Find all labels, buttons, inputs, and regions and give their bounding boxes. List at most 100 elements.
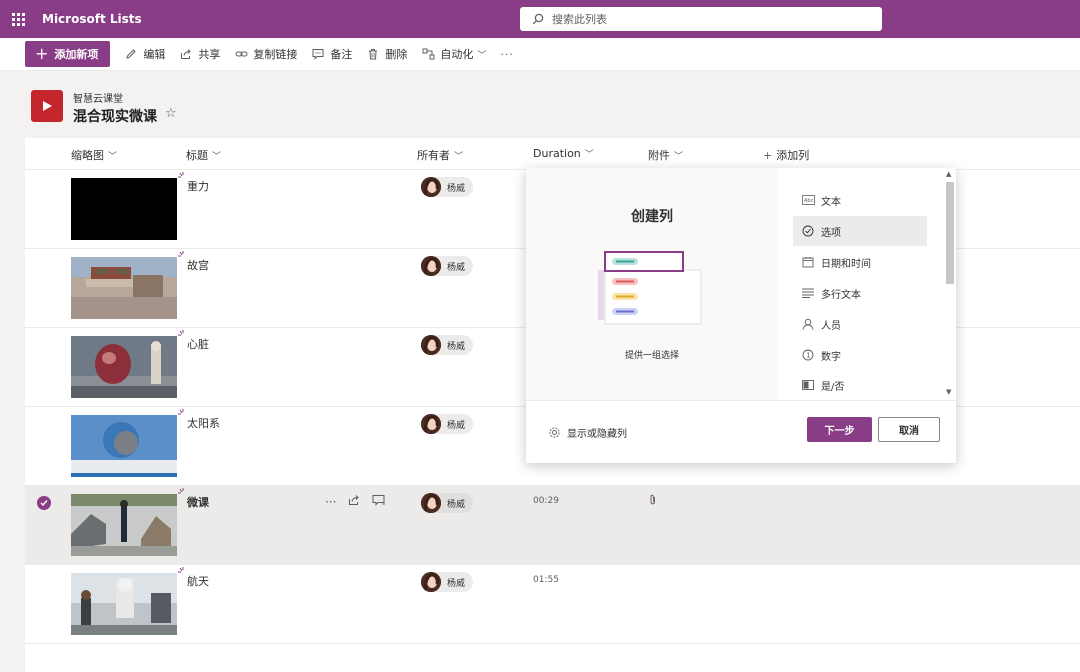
table-row-selected[interactable]: 微课 ··· 杨威 00:29 <box>25 486 1080 565</box>
type-yesno[interactable]: 是/否 <box>793 370 927 400</box>
row-title[interactable]: 故宫 <box>187 257 209 273</box>
edit-button[interactable]: 编辑 <box>124 46 165 62</box>
type-choice[interactable]: 选项 <box>793 216 927 246</box>
comment-button[interactable]: 备注 <box>311 46 352 62</box>
chevron-down-icon: ﹀ <box>454 152 464 162</box>
edit-label: 编辑 <box>143 48 166 61</box>
thumbnail-image <box>71 257 177 319</box>
person-icon <box>801 318 815 330</box>
scroll-up-arrow-icon[interactable]: ▲ <box>946 170 951 178</box>
add-column-button[interactable]: + 添加列 <box>763 147 809 163</box>
column-owner[interactable]: 所有者 ﹀ <box>417 147 463 163</box>
row-actions: ··· <box>325 494 386 509</box>
create-column-panel: 创建列 提供一组选择 Abc 文本 选项 日期和时间 多行文本 人员 1 数字 … <box>526 168 956 463</box>
share-icon <box>179 47 193 61</box>
row-title[interactable]: 心脏 <box>187 336 209 352</box>
delete-button[interactable]: 删除 <box>366 46 407 62</box>
command-bar: + 添加新项 编辑 共享 复制链接 备注 删除 自动化 ﹀ ··· <box>0 38 1080 71</box>
search-input[interactable]: 搜索此列表 <box>552 11 607 27</box>
thumbnail-image <box>71 415 177 477</box>
copy-link-button[interactable]: 复制链接 <box>234 46 297 62</box>
scrollbar[interactable]: ▲ ▼ <box>944 170 956 398</box>
next-button[interactable]: 下一步 <box>807 417 872 442</box>
owner-persona[interactable]: 杨威 <box>421 256 474 276</box>
type-yesno-label: 是/否 <box>821 381 845 393</box>
column-attachments-label: 附件 <box>648 149 670 162</box>
pencil-icon <box>124 47 138 61</box>
more-label: ··· <box>500 47 514 61</box>
owner-persona[interactable]: 杨威 <box>421 177 474 197</box>
thumbnail-image <box>71 178 177 240</box>
column-title-label: 标题 <box>186 149 208 162</box>
row-title[interactable]: 重力 <box>187 178 209 194</box>
type-person[interactable]: 人员 <box>793 309 927 339</box>
new-item-label: 添加新项 <box>54 48 99 61</box>
type-datetime-label: 日期和时间 <box>821 258 871 270</box>
row-title[interactable]: 微课 <box>187 494 209 510</box>
duration-value: 00:29 <box>533 496 559 506</box>
column-thumbnail[interactable]: 缩略图 ﹀ <box>71 147 117 163</box>
flow-icon <box>421 47 435 61</box>
cancel-button[interactable]: 取消 <box>878 417 940 442</box>
scroll-down-arrow-icon[interactable]: ▼ <box>946 388 951 396</box>
owner-persona[interactable]: 杨威 <box>421 335 474 355</box>
column-duration[interactable]: Duration ﹀ <box>533 147 594 160</box>
row-title[interactable]: 太阳系 <box>187 415 220 431</box>
type-text[interactable]: Abc 文本 <box>793 185 927 215</box>
column-header-row: 缩略图 ﹀ 标题 ﹀ 所有者 ﹀ Duration ﹀ 附件 ﹀ + 添加列 <box>25 138 1080 170</box>
share-button[interactable]: 共享 <box>179 46 220 62</box>
column-attachments[interactable]: 附件 ﹀ <box>648 147 683 163</box>
app-launcher[interactable] <box>0 0 36 38</box>
multiline-text-icon <box>801 288 815 298</box>
scroll-thumb[interactable] <box>946 182 954 284</box>
app-title[interactable]: Microsoft Lists <box>42 12 142 26</box>
automate-button[interactable]: 自动化 ﹀ <box>421 46 486 62</box>
row-checkbox[interactable] <box>37 496 51 510</box>
show-hide-columns-button[interactable]: 显示或隐藏列 <box>548 425 627 440</box>
preview-pane: 创建列 提供一组选择 <box>526 168 778 400</box>
owner-name: 杨威 <box>447 341 466 352</box>
more-options-button[interactable]: ··· <box>325 495 336 509</box>
type-number[interactable]: 1 数字 <box>793 340 927 370</box>
share-icon[interactable] <box>348 494 360 509</box>
page-title: 混合现实微课 <box>73 109 157 125</box>
avatar <box>421 177 441 197</box>
comment-icon <box>311 47 325 61</box>
add-column-label: 添加列 <box>776 149 810 162</box>
plus-icon: + <box>35 44 49 63</box>
text-icon: Abc <box>801 195 815 205</box>
search-box[interactable]: 搜索此列表 <box>520 7 882 31</box>
plus-icon: + <box>763 149 773 162</box>
chevron-down-icon: ﹀ <box>674 152 684 162</box>
owner-name: 杨威 <box>447 578 466 589</box>
column-title[interactable]: 标题 ﹀ <box>186 147 221 163</box>
suite-bar: Microsoft Lists 搜索此列表 <box>0 0 1080 38</box>
link-icon <box>234 47 248 61</box>
chevron-down-icon: ﹀ <box>212 152 222 162</box>
comment-icon[interactable] <box>372 494 386 509</box>
thumbnail-image <box>71 336 177 398</box>
table-row[interactable]: 航天 杨威 01:55 <box>25 565 1080 644</box>
row-title[interactable]: 航天 <box>187 573 209 589</box>
number-icon: 1 <box>801 349 815 361</box>
owner-name: 杨威 <box>447 499 466 510</box>
copy-link-label: 复制链接 <box>253 48 298 61</box>
owner-name: 杨威 <box>447 183 466 194</box>
list-header: 智慧云课堂 混合现实微课 ☆ <box>25 86 1080 128</box>
owner-persona[interactable]: 杨威 <box>421 572 474 592</box>
owner-persona[interactable]: 杨威 <box>421 493 474 513</box>
comment-label: 备注 <box>330 48 353 61</box>
type-multiline[interactable]: 多行文本 <box>793 278 927 308</box>
toggle-icon <box>801 380 815 390</box>
type-text-label: 文本 <box>821 196 841 208</box>
paperclip-icon[interactable] <box>649 494 657 509</box>
trash-icon <box>366 47 380 61</box>
avatar <box>421 493 441 513</box>
new-item-button[interactable]: + 添加新项 <box>25 41 111 67</box>
more-commands-button[interactable]: ··· <box>500 48 514 61</box>
type-datetime[interactable]: 日期和时间 <box>793 247 927 277</box>
star-icon[interactable]: ☆ <box>165 106 177 121</box>
delete-label: 删除 <box>385 48 408 61</box>
owner-persona[interactable]: 杨威 <box>421 414 474 434</box>
site-name[interactable]: 智慧云课堂 <box>73 90 123 105</box>
